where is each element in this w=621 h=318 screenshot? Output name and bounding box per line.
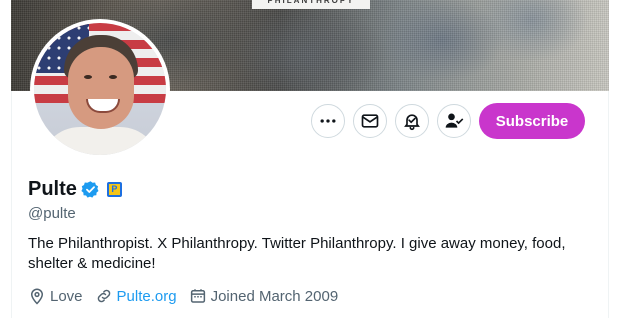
banner-text: PHILANTHROPY — [252, 0, 370, 9]
website-item: Pulte.org — [95, 287, 177, 305]
joined-date: Joined March 2009 — [210, 287, 339, 305]
person-check-icon — [445, 113, 464, 128]
bell-icon — [404, 114, 420, 131]
more-horizontal-icon — [320, 119, 336, 123]
following-button[interactable] — [437, 104, 471, 138]
subscribe-button[interactable]: Subscribe — [479, 103, 585, 139]
envelope-icon — [361, 114, 379, 128]
location-item: Love — [28, 287, 83, 305]
column-divider-right — [608, 91, 609, 318]
user-handle: @pulte — [28, 205, 76, 222]
name-row: Pulte P — [28, 177, 122, 201]
profile-meta: Love Pulte.org Joined March 2009 — [28, 287, 350, 305]
verified-badge-icon[interactable] — [81, 180, 100, 199]
more-button[interactable] — [311, 104, 345, 138]
affiliate-badge-label: P — [108, 183, 120, 195]
avatar[interactable] — [30, 19, 170, 159]
message-button[interactable] — [353, 104, 387, 138]
column-divider-left — [11, 91, 12, 318]
location-pin-icon — [30, 288, 44, 305]
link-icon — [97, 289, 110, 303]
profile-actions: Subscribe — [311, 103, 585, 139]
profile-bio: The Philanthropist. X Philanthropy. Twit… — [28, 235, 566, 272]
display-name: Pulte — [28, 178, 77, 200]
avatar-photo — [34, 23, 166, 155]
affiliate-badge[interactable]: P — [106, 181, 122, 197]
notifications-button[interactable] — [395, 104, 429, 138]
website-link[interactable]: Pulte.org — [117, 288, 177, 305]
joined-item: Joined March 2009 — [189, 287, 339, 305]
calendar-icon — [190, 289, 205, 303]
location-text: Love — [50, 287, 83, 305]
profile-header: PHILANTHROPY Subscribe Pulte P @pulte Th… — [11, 0, 609, 318]
